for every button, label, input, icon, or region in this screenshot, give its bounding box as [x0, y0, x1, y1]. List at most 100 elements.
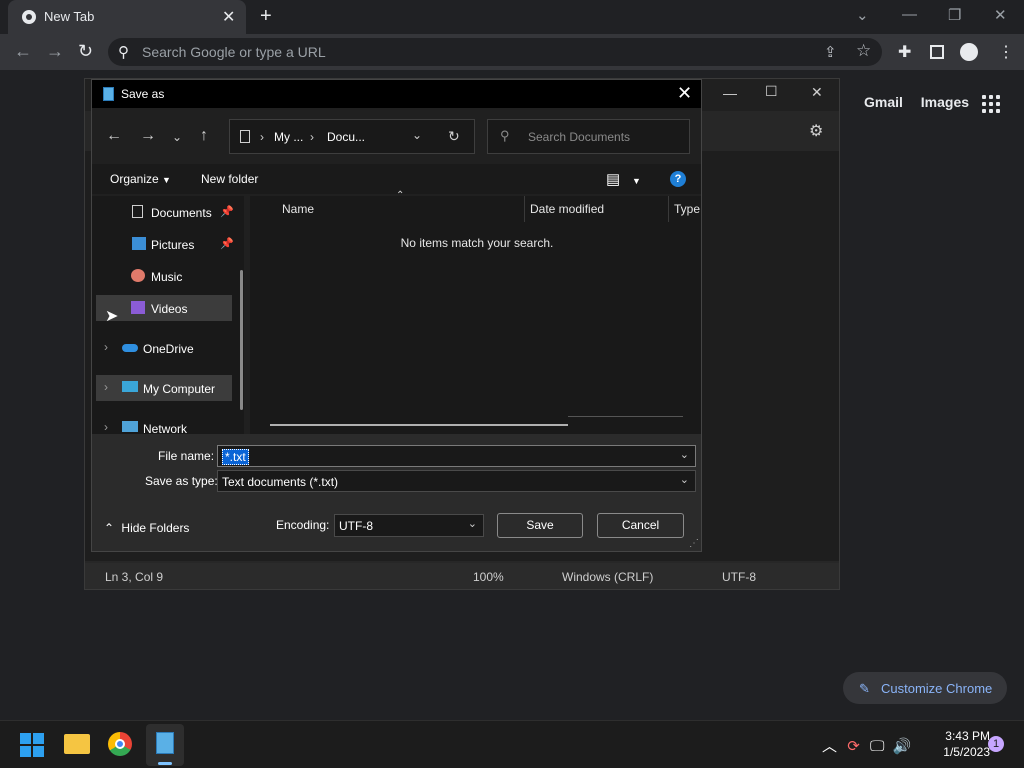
expand-chevron-icon[interactable]: ›	[104, 380, 108, 394]
nav-item-my-computer[interactable]: › My Computer	[96, 375, 232, 401]
clock-date: 1/5/2023	[943, 745, 990, 759]
tab-close-icon[interactable]: ✕	[222, 7, 235, 27]
view-dropdown-icon[interactable]: ▼	[632, 176, 641, 186]
videos-icon	[131, 301, 145, 314]
clock[interactable]: 3:43 PM 1/5/2023	[920, 728, 990, 760]
refresh-icon[interactable]: ↻	[448, 128, 460, 145]
customize-chrome-button[interactable]: ✎ Customize Chrome	[843, 672, 1007, 704]
nav-item-documents[interactable]: Documents 📌	[96, 199, 234, 225]
breadcrumb-item-2[interactable]: Docu...	[327, 130, 365, 144]
search-icon: ⚲	[500, 128, 510, 143]
window-close-icon[interactable]: ✕	[994, 6, 1007, 24]
notepad-close-icon[interactable]: ✕	[811, 84, 823, 101]
file-list-scrollbar[interactable]	[270, 424, 568, 426]
nav-item-label: OneDrive	[143, 342, 194, 356]
hide-folders-button[interactable]: ⌃ Hide Folders	[104, 521, 189, 535]
dialog-close-icon[interactable]: ✕	[677, 83, 692, 104]
dialog-forward-icon[interactable]: →	[140, 127, 156, 145]
profile-avatar-icon[interactable]	[960, 43, 978, 61]
onedrive-icon	[122, 344, 138, 352]
empty-message: No items match your search.	[400, 236, 554, 250]
expand-chevron-icon[interactable]: ›	[104, 420, 108, 434]
save-button[interactable]: Save	[497, 513, 583, 538]
images-link[interactable]: Images	[921, 94, 969, 110]
file-list[interactable]	[250, 196, 701, 434]
column-divider[interactable]	[668, 196, 669, 222]
music-icon	[131, 269, 145, 282]
search-documents-input[interactable]: ⚲ Search Documents	[487, 119, 690, 154]
restore-icon[interactable]: ❐	[948, 6, 961, 24]
folder-doc-icon	[240, 130, 250, 143]
cancel-button[interactable]: Cancel	[597, 513, 684, 538]
nav-item-pictures[interactable]: Pictures 📌	[96, 231, 234, 257]
bookmark-star-icon[interactable]: ☆	[856, 41, 871, 61]
address-bar[interactable]: › My ... › Docu... ⌄ ↻	[229, 119, 475, 154]
column-date-modified[interactable]: Date modified	[530, 202, 604, 216]
column-name[interactable]: Name	[282, 202, 314, 216]
notification-badge[interactable]: 1	[988, 736, 1004, 752]
encoding-select[interactable]: UTF-8 ⌄	[334, 514, 484, 537]
help-icon[interactable]: ?	[670, 171, 686, 187]
address-dropdown-icon[interactable]: ⌄	[412, 128, 422, 142]
chrome-favicon-icon	[22, 10, 36, 24]
nav-item-onedrive[interactable]: › OneDrive	[96, 335, 232, 361]
status-line-ending: Windows (CRLF)	[562, 570, 654, 584]
tab-search-chevron-icon[interactable]: ⌄	[856, 6, 869, 24]
status-position: Ln 3, Col 9	[105, 570, 164, 584]
status-encoding: UTF-8	[722, 570, 756, 584]
tab-new-tab[interactable]: New Tab ✕	[8, 0, 246, 34]
notepad-maximize-icon[interactable]: ☐	[765, 83, 778, 100]
documents-icon	[132, 205, 143, 218]
recent-locations-chevron-icon[interactable]: ⌄	[172, 130, 182, 144]
encoding-dropdown-icon[interactable]: ⌄	[468, 517, 477, 530]
up-folder-icon[interactable]: ↑	[200, 127, 208, 145]
breadcrumb-sep-icon: ›	[260, 130, 264, 144]
share-icon[interactable]: ⇪	[824, 43, 837, 61]
tray-overflow-chevron-icon[interactable]: ︿	[822, 738, 837, 755]
nav-item-music[interactable]: Music	[96, 263, 232, 289]
breadcrumb-item-1[interactable]: My ...	[274, 130, 303, 144]
side-panel-icon[interactable]	[930, 45, 944, 59]
file-name-dropdown-icon[interactable]: ⌄	[680, 448, 689, 461]
file-name-input[interactable]: *.txt ⌄	[217, 445, 696, 467]
notepad-icon	[103, 87, 114, 101]
file-name-label: File name:	[158, 449, 215, 463]
organize-button[interactable]: Organize ▼	[110, 172, 171, 186]
back-icon[interactable]: ←	[14, 41, 32, 62]
omnibox[interactable]: ⚲ Search Google or type a URL ⇪ ☆	[108, 38, 882, 66]
column-type[interactable]: Type	[674, 202, 700, 216]
customize-label: Customize Chrome	[881, 681, 993, 696]
resize-grip-icon[interactable]: ⋰	[689, 538, 699, 549]
expand-chevron-icon[interactable]: ›	[104, 340, 108, 354]
notepad-taskbar-slot[interactable]	[146, 724, 184, 766]
dialog-back-icon[interactable]: ←	[106, 127, 122, 145]
minimize-icon[interactable]: —	[902, 6, 917, 23]
nav-item-label: Music	[151, 270, 183, 284]
volume-icon[interactable]: 🔊	[893, 738, 912, 755]
start-windows-icon[interactable]	[20, 733, 44, 757]
nav-item-network[interactable]: › Network	[96, 415, 232, 434]
sync-icon[interactable]: ⟳	[847, 738, 860, 755]
settings-gear-icon[interactable]: ⚙	[809, 121, 823, 141]
file-explorer-icon[interactable]	[64, 734, 90, 754]
forward-icon[interactable]: →	[46, 41, 64, 62]
apps-grid-icon[interactable]	[982, 95, 1000, 113]
save-type-dropdown-icon[interactable]: ⌄	[680, 473, 689, 486]
nav-pane-scrollbar[interactable]	[240, 270, 243, 410]
save-type-select[interactable]: Text documents (*.txt) ⌄	[217, 470, 696, 492]
network-monitor-icon[interactable]: 🖵	[870, 738, 884, 755]
pictures-icon	[132, 237, 146, 250]
mouse-cursor-icon: ➤	[105, 308, 119, 325]
view-options-icon[interactable]: ▤	[606, 170, 620, 188]
new-tab-plus-icon[interactable]: +	[260, 5, 272, 28]
notepad-minimize-icon[interactable]: —	[723, 85, 737, 101]
new-folder-button[interactable]: New folder	[201, 172, 258, 186]
column-divider[interactable]	[524, 196, 525, 222]
extensions-icon[interactable]: ✚	[898, 42, 911, 62]
chrome-taskbar-icon[interactable]	[108, 732, 132, 756]
reload-icon[interactable]: ↻	[78, 41, 93, 62]
computer-icon	[122, 381, 138, 392]
encoding-label: Encoding:	[276, 518, 330, 532]
menu-kebab-icon[interactable]: ⋮	[998, 42, 1014, 62]
gmail-link[interactable]: Gmail	[864, 94, 903, 110]
